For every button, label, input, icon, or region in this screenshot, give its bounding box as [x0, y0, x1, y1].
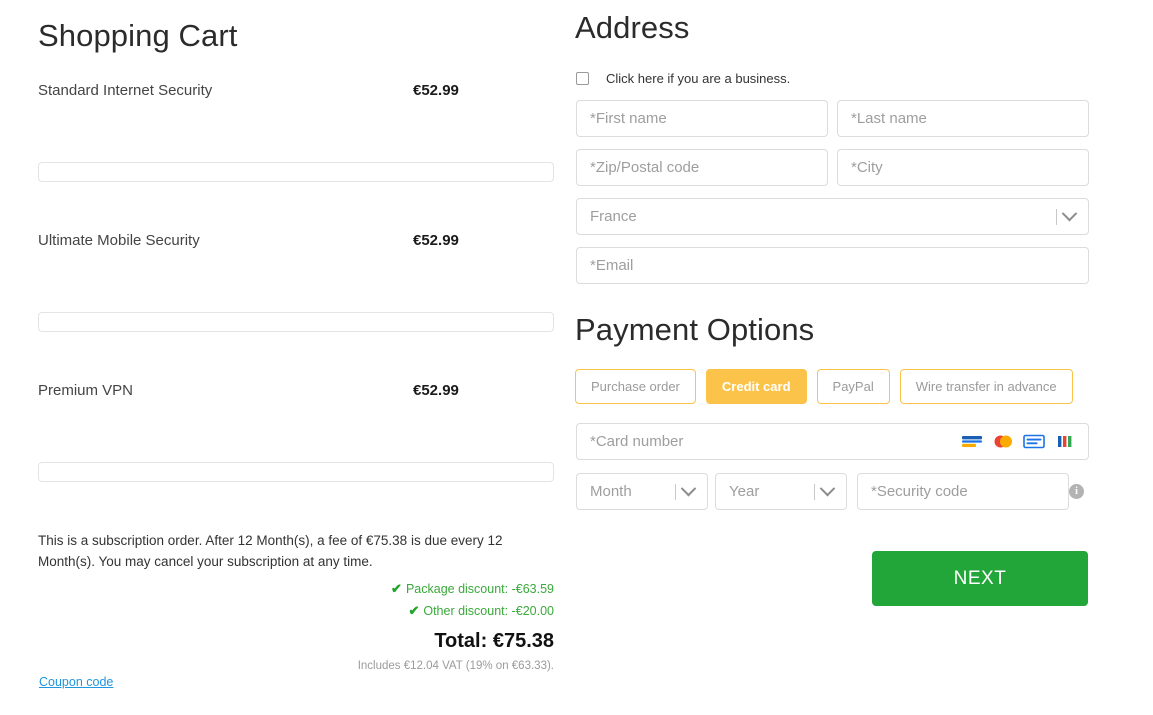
country-select-indicator — [1056, 205, 1078, 225]
page-title-shopping-cart: Shopping Cart — [38, 18, 238, 53]
cart-item-divider-box[interactable] — [38, 462, 554, 482]
divider — [1056, 208, 1057, 225]
card-number-field[interactable]: *Card number — [576, 423, 1089, 460]
cart-item-price: €52.99 — [413, 81, 459, 99]
section-title-payment-options: Payment Options — [575, 312, 815, 347]
package-discount-row: ✔ Package discount: -€63.59 — [38, 578, 554, 600]
country-select-value: France — [590, 208, 637, 225]
other-card-icon — [1058, 436, 1072, 447]
other-discount-label: Other discount: — [423, 604, 509, 618]
divider — [675, 483, 676, 500]
coupon-code-link[interactable]: Coupon code — [39, 675, 113, 689]
chevron-down-icon — [1061, 205, 1078, 222]
package-discount-label: Package discount: — [405, 582, 509, 596]
total-amount: €75.38 — [492, 630, 554, 652]
package-discount-amount: -€63.59 — [511, 582, 554, 596]
divider — [814, 483, 815, 500]
accepted-card-brands — [961, 434, 1080, 449]
cart-item-row: Premium VPN €52.99 — [38, 380, 554, 400]
security-code-field[interactable]: *Security code — [857, 473, 1069, 510]
subscription-note: This is a subscription order. After 12 M… — [38, 533, 503, 569]
cart-item-name: Standard Internet Security — [38, 81, 213, 99]
expiry-month-indicator — [675, 480, 697, 500]
cart-totals: ✔ Package discount: -€63.59 ✔ Other discou… — [38, 578, 554, 674]
cart-item-name: Ultimate Mobile Security — [38, 231, 200, 249]
total-label: Total: — [434, 630, 488, 652]
expiry-month-value: Month — [590, 483, 632, 500]
cart-item-row: Standard Internet Security €52.99 — [38, 80, 554, 100]
payment-tab-paypal[interactable]: PayPal — [816, 369, 890, 404]
section-title-address: Address — [575, 10, 690, 45]
expiry-year-indicator — [814, 480, 836, 500]
expiry-month-select[interactable]: Month — [576, 473, 708, 510]
next-button[interactable]: NEXT — [872, 551, 1088, 606]
business-checkbox-label: Click here if you are a business. — [606, 71, 791, 86]
vat-note: Includes €12.04 VAT (19% on €63.33). — [357, 660, 554, 672]
card-number-placeholder: *Card number — [590, 433, 684, 450]
chevron-down-icon — [680, 480, 697, 497]
cart-item-row: Ultimate Mobile Security €52.99 — [38, 230, 554, 250]
other-discount-amount: -€20.00 — [511, 604, 554, 618]
payment-tab-credit-card[interactable]: Credit card — [705, 369, 807, 404]
business-checkbox-row[interactable]: Click here if you are a business. — [576, 71, 790, 86]
email-field[interactable]: *Email — [576, 247, 1089, 284]
cart-item-price: €52.99 — [413, 231, 459, 249]
first-name-field[interactable]: *First name — [576, 100, 828, 137]
payment-tab-purchase-order[interactable]: Purchase order — [575, 369, 696, 404]
city-field[interactable]: *City — [837, 149, 1089, 186]
zip-postal-code-field[interactable]: *Zip/Postal code — [576, 149, 828, 186]
cart-item-name: Premium VPN — [38, 381, 134, 399]
business-checkbox[interactable] — [576, 72, 589, 85]
security-code-info-icon[interactable]: i — [1069, 484, 1084, 499]
expiry-year-value: Year — [729, 483, 760, 500]
check-icon: ✔ — [391, 581, 402, 596]
cart-item-divider-box[interactable] — [38, 162, 554, 182]
check-icon: ✔ — [408, 603, 420, 618]
last-name-field[interactable]: *Last name — [837, 100, 1089, 137]
amex-icon — [1023, 434, 1045, 449]
cart-item-divider-box[interactable] — [38, 312, 554, 332]
cart-item-price: €52.99 — [413, 381, 459, 399]
expiry-year-select[interactable]: Year — [715, 473, 847, 510]
payment-tab-wire-transfer[interactable]: Wire transfer in advance — [899, 369, 1073, 404]
other-discount-row: ✔ Other discount: -€20.00 — [38, 600, 554, 622]
payment-method-tabs: Purchase order Credit card PayPal Wire t… — [575, 369, 1073, 404]
checkout-page: Shopping Cart Standard Internet Security… — [0, 0, 1153, 715]
country-select[interactable]: France — [576, 198, 1089, 235]
chevron-down-icon — [819, 480, 836, 497]
visa-icon — [962, 436, 982, 447]
order-total-row: Total: €75.38 — [38, 628, 554, 654]
mastercard-icon — [994, 435, 1012, 448]
